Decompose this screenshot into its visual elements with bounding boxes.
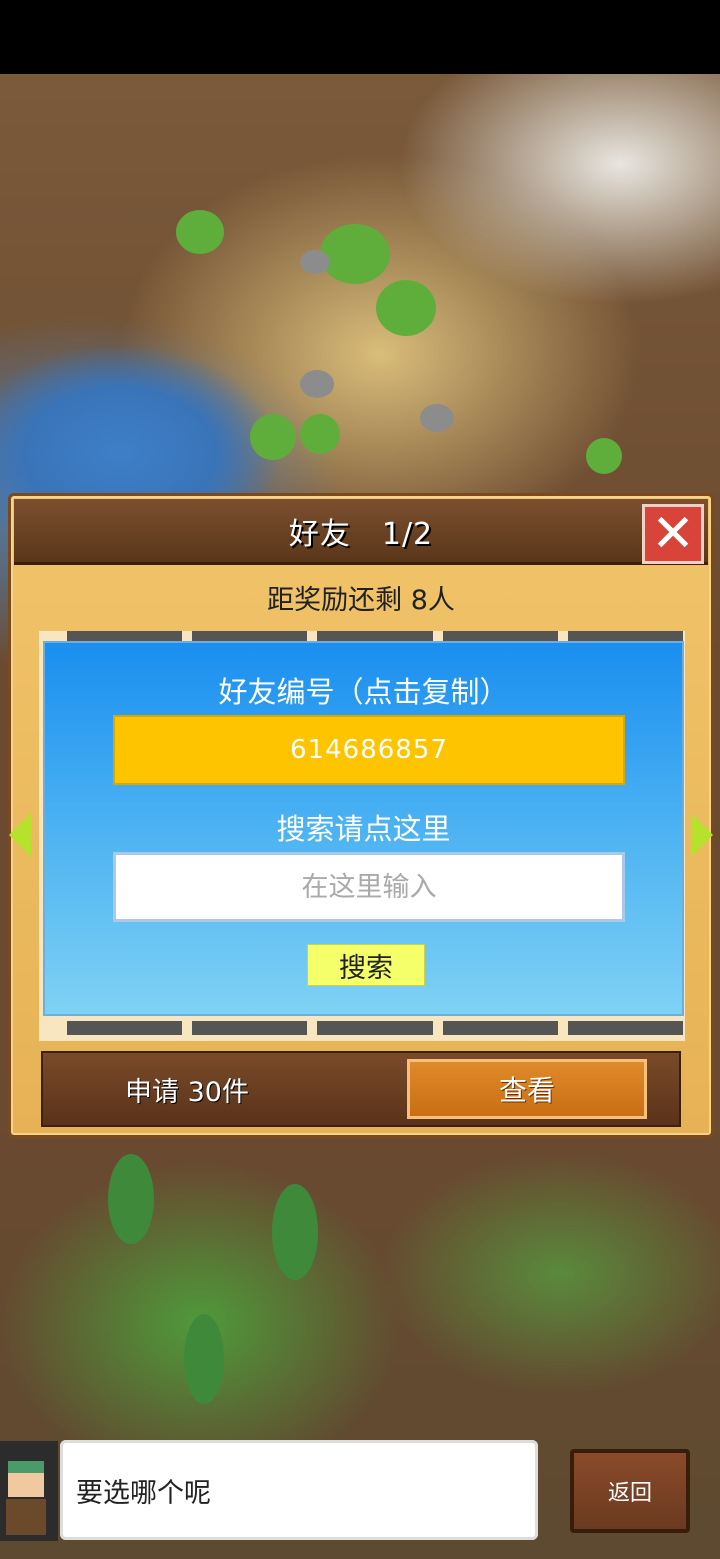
- request-count-label: 申请 30件: [125, 1076, 249, 1108]
- message-text: 要选哪个呢: [76, 1477, 211, 1509]
- close-button[interactable]: ✕: [642, 504, 704, 564]
- status-bar: [0, 0, 720, 74]
- prev-page-arrow-icon[interactable]: [9, 813, 31, 857]
- advisor-avatar: [0, 1441, 58, 1541]
- close-x-icon: ✕: [651, 504, 695, 564]
- friend-requests-bar: 申请 30件 查看: [41, 1051, 681, 1127]
- search-label: 搜索请点这里: [276, 812, 451, 846]
- friend-id-label: 好友编号（点击复制）: [218, 675, 509, 709]
- message-box: 要选哪个呢: [60, 1440, 538, 1540]
- friend-search-panel: 好友编号（点击复制） 614686857 搜索请点这里 搜索: [43, 641, 684, 1016]
- friend-slot-row-bottom: [67, 1021, 684, 1035]
- avatar-body: [6, 1499, 46, 1535]
- avatar-head: [8, 1461, 44, 1497]
- friend-slot[interactable]: [192, 1021, 308, 1035]
- dialog-header: 好友 1/2 ✕: [14, 499, 708, 565]
- search-input[interactable]: [113, 852, 625, 922]
- search-button[interactable]: 搜索: [307, 944, 425, 986]
- back-button[interactable]: 返回: [570, 1449, 690, 1533]
- view-requests-button[interactable]: 查看: [407, 1059, 647, 1119]
- friend-id-copy-field[interactable]: 614686857: [113, 715, 625, 785]
- reward-progress-text: 距奖励还剩 8人: [267, 585, 455, 616]
- friends-dialog: 好友 1/2 ✕ 距奖励还剩 8人 好友编号（点击复制） 614686857 搜…: [8, 493, 714, 1138]
- friend-slot[interactable]: [567, 1021, 684, 1035]
- friend-slot[interactable]: [317, 1021, 433, 1035]
- next-page-arrow-icon[interactable]: [691, 813, 713, 857]
- dialog-title: 好友 1/2: [288, 516, 434, 552]
- friend-slot[interactable]: [442, 1021, 558, 1035]
- friend-slot[interactable]: [67, 1021, 183, 1035]
